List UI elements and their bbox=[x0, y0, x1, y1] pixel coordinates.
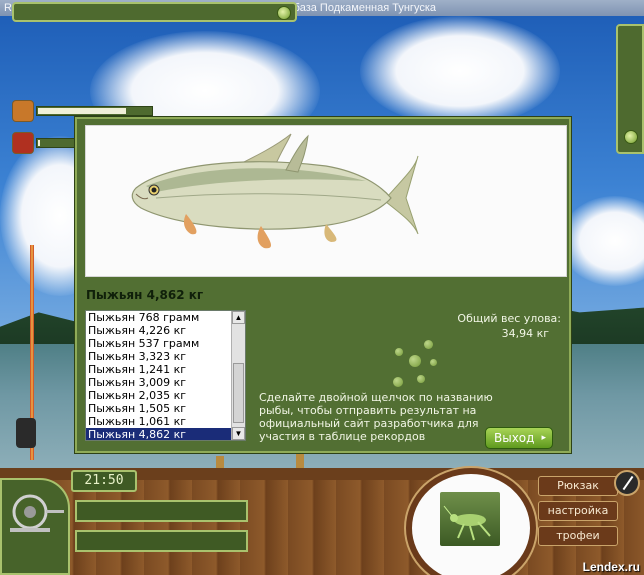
trophies-button[interactable]: трофеи bbox=[538, 526, 618, 546]
bubble-decoration bbox=[417, 375, 425, 383]
catch-list-item[interactable]: Пыжьян 1,505 кг bbox=[86, 402, 233, 415]
bubble-decoration bbox=[395, 348, 403, 356]
reel-speed-bar bbox=[75, 530, 248, 552]
energy-icon[interactable] bbox=[12, 132, 34, 154]
game-clock: 21:50 bbox=[71, 470, 137, 492]
catch-list-item[interactable]: Пыжьян 3,323 кг bbox=[86, 350, 233, 363]
side-panel-toggle-button[interactable] bbox=[624, 130, 638, 144]
catch-list-item[interactable]: Пыжьян 4,862 кг bbox=[86, 428, 233, 440]
exit-button[interactable]: Выход ▸ bbox=[485, 427, 553, 449]
backpack-button[interactable]: Рюкзак bbox=[538, 476, 618, 496]
scroll-up-button[interactable]: ▲ bbox=[232, 311, 245, 324]
catch-list-items: Пыжьян 768 грамм Пыжьян 4,226 кг Пыжьян 53… bbox=[86, 311, 245, 440]
bait-bar bbox=[36, 106, 153, 116]
fish-title: Пыжьян 4,862 кг bbox=[86, 288, 204, 302]
catch-list-item[interactable]: Пыжьян 768 грамм bbox=[86, 311, 233, 324]
right-side-panel bbox=[616, 24, 644, 154]
hint-text: Сделайте двойной щелчок по названию рыбы… bbox=[259, 391, 493, 443]
settings-button[interactable]: настройка bbox=[538, 501, 618, 521]
bait-bar-fill bbox=[38, 108, 126, 114]
catch-list-item[interactable]: Пыжьян 4,226 кг bbox=[86, 324, 233, 337]
compass-icon[interactable] bbox=[614, 470, 640, 496]
bait-image bbox=[440, 492, 500, 546]
rod-reel bbox=[16, 418, 36, 448]
cloud bbox=[360, 16, 560, 126]
bait-icon[interactable] bbox=[12, 100, 34, 122]
bubble-decoration bbox=[424, 340, 433, 349]
exit-button-label: Выход bbox=[494, 431, 535, 445]
scroll-down-button[interactable]: ▼ bbox=[232, 427, 245, 440]
cloud bbox=[560, 196, 644, 286]
catch-list-item[interactable]: Пыжьян 1,061 кг bbox=[86, 415, 233, 428]
catch-list-item[interactable]: Пыжьян 537 грамм bbox=[86, 337, 233, 350]
total-weight-value: 34,94 кг bbox=[501, 327, 549, 340]
list-scrollbar[interactable]: ▲ ▼ bbox=[231, 311, 245, 440]
grasshopper-icon bbox=[443, 505, 491, 541]
catch-dialog: Пыжьян 4,862 кг Пыжьян 768 грамм Пыжьян 4… bbox=[75, 117, 571, 453]
line-tension-bar bbox=[75, 500, 248, 522]
watermark-text: Lendex.ru bbox=[582, 560, 640, 574]
catch-list-item[interactable]: Пыжьян 3,009 кг bbox=[86, 376, 233, 389]
arrow-right-icon: ▸ bbox=[541, 433, 546, 443]
top-status-bar bbox=[12, 2, 297, 22]
fish-image-panel bbox=[85, 125, 567, 277]
catch-list[interactable]: Пыжьян 768 грамм Пыжьян 4,226 кг Пыжьян 53… bbox=[85, 310, 246, 441]
bubble-decoration bbox=[409, 355, 421, 367]
reel-panel bbox=[0, 478, 70, 575]
total-weight-label: Общий вес улова: bbox=[457, 312, 561, 325]
bubble-decoration bbox=[393, 377, 403, 387]
scroll-thumb[interactable] bbox=[233, 363, 244, 423]
catch-list-item[interactable]: Пыжьян 1,241 кг bbox=[86, 363, 233, 376]
energy-bar-fill bbox=[38, 140, 40, 146]
catch-list-item[interactable]: Пыжьян 2,035 кг bbox=[86, 389, 233, 402]
fish-image bbox=[131, 133, 419, 249]
bubble-decoration bbox=[430, 359, 437, 366]
top-bar-toggle-button[interactable] bbox=[277, 6, 291, 20]
spinning-reel-icon bbox=[10, 494, 64, 532]
